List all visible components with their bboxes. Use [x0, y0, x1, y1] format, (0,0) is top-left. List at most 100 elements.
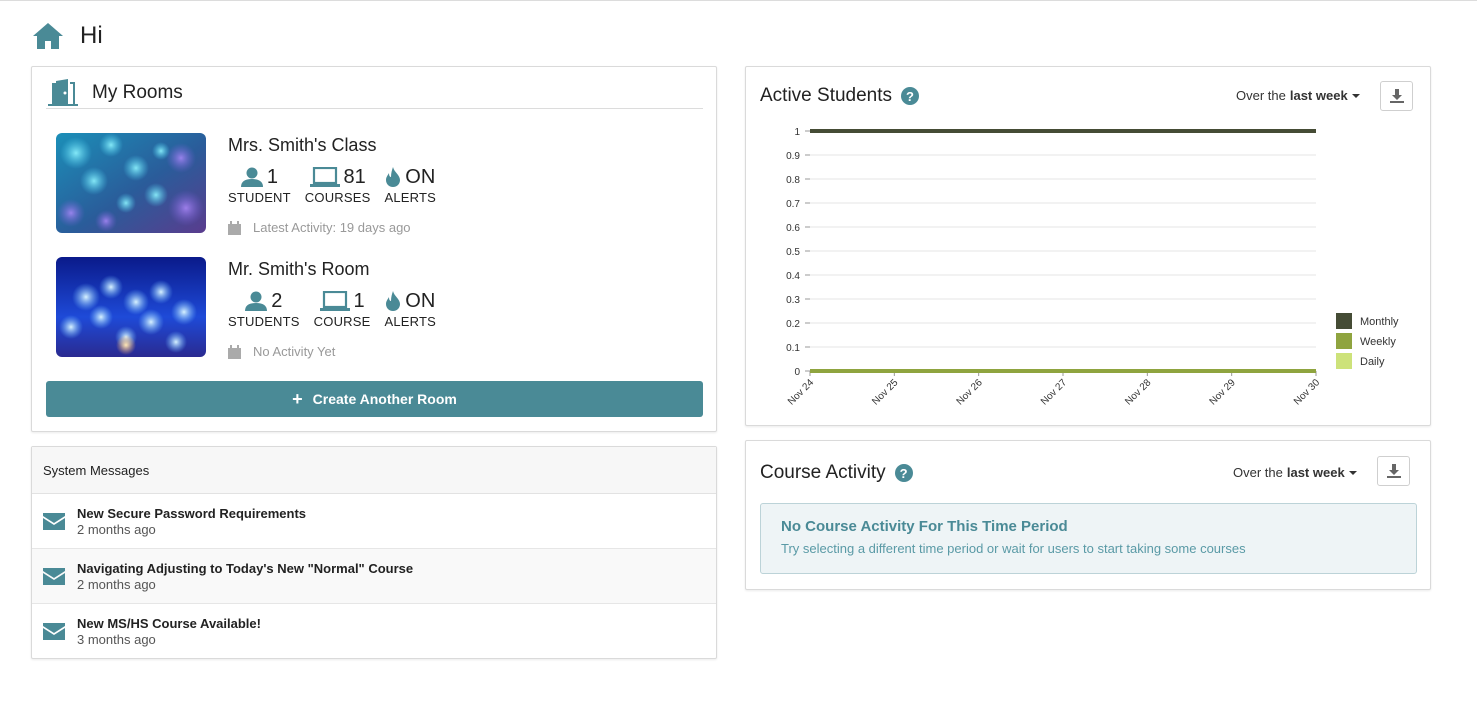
alerts-stat: ON ALERTS	[384, 165, 437, 206]
course-activity-header: Course Activity ?	[760, 462, 913, 484]
laptop-icon	[319, 291, 350, 311]
x-tick-label: Nov 27	[1039, 377, 1069, 407]
my-rooms-panel: My Rooms Mrs. Smith's Class 1 STUDENT 81…	[31, 66, 717, 432]
period-value: last week	[1286, 465, 1345, 480]
students-count: 1	[266, 165, 278, 188]
y-tick-label: 0.1	[786, 343, 800, 354]
students-label: STUDENTS	[228, 314, 300, 329]
page-header: Hi	[32, 20, 103, 52]
message-date: 3 months ago	[77, 632, 156, 647]
empty-state: No Course Activity For This Time Period …	[760, 503, 1417, 574]
students-count: 2	[271, 289, 283, 312]
room-card[interactable]: Mr. Smith's Room 2 STUDENTS 1 COURSE ON …	[56, 257, 696, 359]
room-card[interactable]: Mrs. Smith's Class 1 STUDENT 81 COURSES …	[56, 133, 696, 235]
message-item[interactable]: New Secure Password Requirements 2 month…	[32, 494, 716, 549]
active-students-header: Active Students ?	[760, 85, 920, 107]
message-item[interactable]: New MS/HS Course Available! 3 months ago	[32, 604, 716, 659]
alerts-stat: ON ALERTS	[384, 289, 437, 330]
system-messages-panel: System Messages New Secure Password Requ…	[31, 446, 717, 659]
y-tick-label: 0.5	[786, 247, 800, 258]
caret-down-icon	[1351, 93, 1360, 98]
empty-state-description: Try selecting a different time period or…	[781, 541, 1246, 556]
courses-stat: 1 COURSE	[313, 289, 371, 330]
flame-icon	[386, 291, 401, 311]
caret-down-icon	[1348, 470, 1357, 475]
laptop-icon	[309, 167, 340, 187]
download-button[interactable]	[1377, 456, 1410, 486]
room-stats: 1 STUDENT 81 COURSES ON ALERTS	[228, 165, 450, 206]
x-tick-label: Nov 25	[870, 377, 900, 407]
alerts-value: ON	[405, 289, 436, 312]
courses-label: COURSES	[304, 190, 371, 205]
empty-state-title: No Course Activity For This Time Period	[781, 518, 1068, 535]
period-value: last week	[1289, 88, 1348, 103]
students-label: STUDENT	[228, 190, 291, 205]
y-tick-label: 0.3	[786, 295, 800, 306]
period-prefix: Over the	[1236, 88, 1286, 103]
help-icon[interactable]: ?	[894, 464, 913, 482]
x-tick-label: Nov 24	[786, 377, 816, 407]
download-button[interactable]	[1380, 81, 1413, 111]
x-tick-label: Nov 26	[955, 377, 985, 407]
room-thumbnail[interactable]	[56, 257, 206, 357]
room-stats: 2 STUDENTS 1 COURSE ON ALERTS	[228, 289, 450, 330]
x-tick-label: Nov 30	[1292, 377, 1322, 407]
alerts-label: ALERTS	[384, 190, 437, 205]
room-activity: Latest Activity: 19 days ago	[228, 220, 411, 235]
alerts-value: ON	[405, 165, 436, 188]
help-icon[interactable]: ?	[901, 87, 920, 105]
user-icon	[240, 167, 263, 187]
page-title: Hi	[80, 22, 103, 49]
my-rooms-title: My Rooms	[92, 81, 183, 103]
legend-label-weekly: Weekly	[1360, 336, 1396, 348]
period-prefix: Over the	[1233, 465, 1283, 480]
flame-icon	[386, 167, 401, 187]
legend-swatch-daily	[1336, 353, 1352, 369]
x-tick-label: Nov 29	[1208, 377, 1238, 407]
y-tick-label: 0.9	[786, 151, 800, 162]
room-activity: No Activity Yet	[228, 344, 335, 359]
y-tick-label: 0	[794, 367, 800, 378]
course-activity-title: Course Activity	[760, 462, 886, 483]
period-dropdown[interactable]: Over the last week	[1236, 88, 1360, 103]
top-divider	[0, 0, 1477, 2]
legend-label-daily: Daily	[1360, 356, 1385, 368]
create-room-button[interactable]: + Create Another Room	[46, 381, 703, 417]
legend-swatch-weekly	[1336, 333, 1352, 349]
user-icon	[245, 291, 268, 311]
room-activity-text: Latest Activity: 19 days ago	[253, 220, 411, 235]
legend-label-monthly: Monthly	[1360, 316, 1399, 328]
message-item[interactable]: Navigating Adjusting to Today's New "Nor…	[32, 549, 716, 604]
room-thumbnail[interactable]	[56, 133, 206, 233]
course-activity-panel: Course Activity ? Over the last week No …	[745, 440, 1431, 590]
message-title[interactable]: New MS/HS Course Available!	[77, 616, 261, 631]
y-tick-label: 1	[794, 127, 800, 138]
courses-count: 1	[353, 289, 365, 312]
room-activity-text: No Activity Yet	[253, 344, 336, 359]
period-dropdown[interactable]: Over the last week	[1233, 465, 1357, 480]
envelope-icon	[43, 567, 65, 585]
alerts-label: ALERTS	[384, 314, 437, 329]
envelope-icon	[43, 623, 65, 640]
active-students-panel: 0 0.1 0.2 0.3 0.4 0.5 0.6 0.7 0.8 0.9 1 Nov 24 Nov 2…	[745, 66, 1431, 426]
y-tick-label: 0.4	[786, 271, 800, 282]
courses-count: 81	[343, 165, 366, 188]
students-stat: 1 STUDENT	[228, 165, 291, 206]
plus-icon: +	[292, 388, 303, 409]
active-students-title: Active Students	[760, 85, 893, 106]
room-name[interactable]: Mr. Smith's Room	[228, 259, 369, 280]
y-tick-label: 0.2	[786, 319, 800, 330]
x-tick-label: Nov 28	[1123, 377, 1153, 407]
courses-label: COURSE	[313, 314, 371, 329]
download-icon	[1386, 464, 1401, 478]
legend-swatch-monthly	[1336, 313, 1352, 329]
message-title[interactable]: Navigating Adjusting to Today's New "Nor…	[77, 561, 413, 576]
courses-stat: 81 COURSES	[304, 165, 371, 206]
message-title[interactable]: New Secure Password Requirements	[77, 506, 306, 521]
message-date: 2 months ago	[77, 521, 156, 537]
create-room-label: Create Another Room	[312, 391, 457, 407]
y-tick-label: 0.6	[786, 223, 800, 234]
envelope-icon	[43, 512, 65, 530]
students-stat: 2 STUDENTS	[228, 289, 300, 330]
room-name[interactable]: Mrs. Smith's Class	[228, 135, 376, 156]
